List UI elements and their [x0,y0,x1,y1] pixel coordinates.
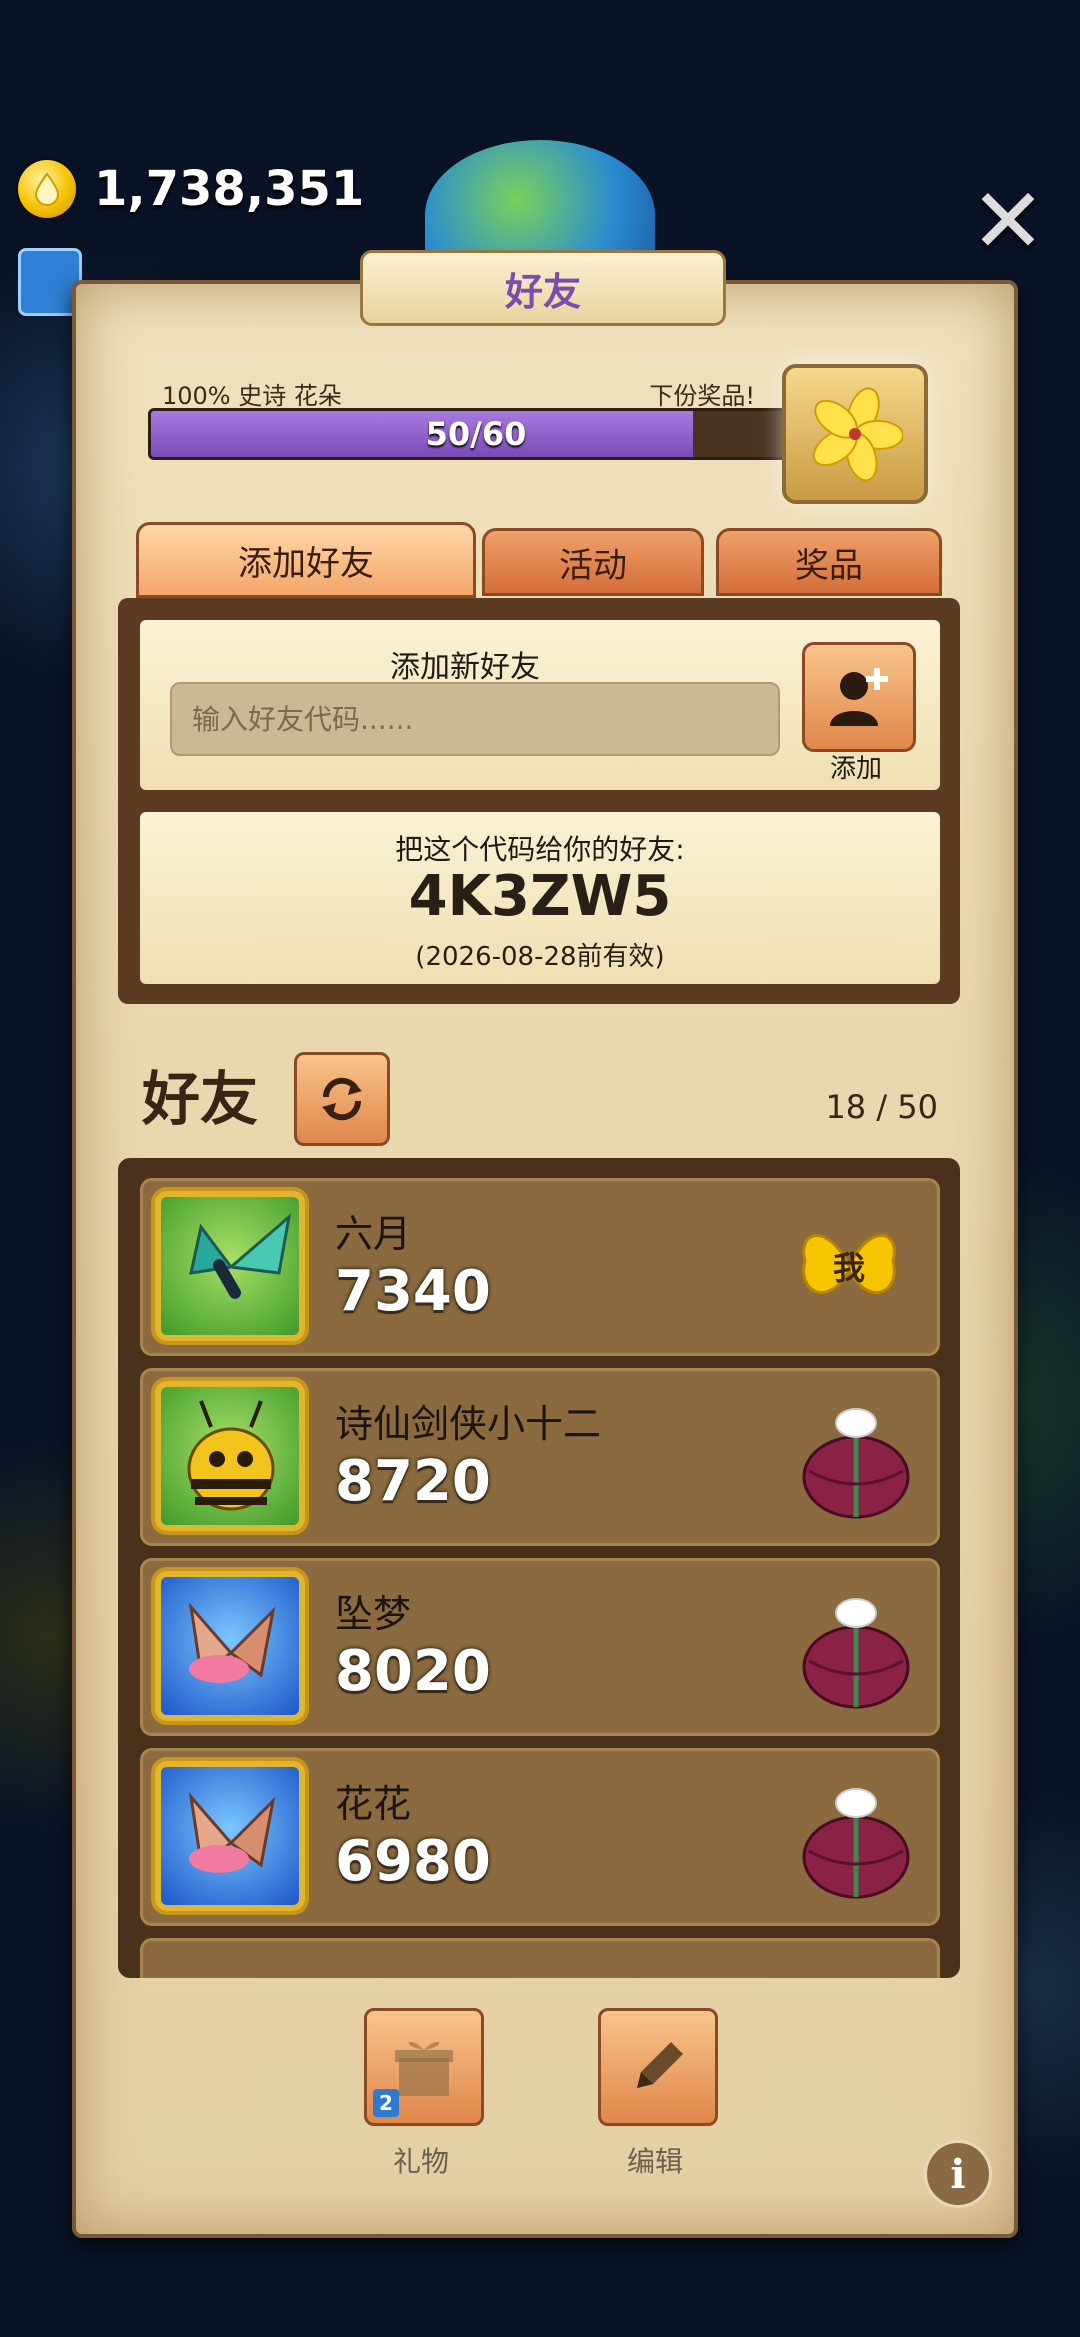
coin-counter: 1,738,351 [18,160,364,218]
share-code-title: 把这个代码给你的好友: [395,833,685,866]
next-reward-label: 下份奖品! [649,382,755,410]
refresh-icon [322,1077,362,1121]
moth-avatar-icon [155,1761,305,1911]
friend-code: 4K3ZW5 [408,864,672,929]
gift-button[interactable]: 2 [364,2008,484,2126]
close-icon[interactable]: ✕ [966,177,1050,267]
me-badge: 我 [797,1221,901,1311]
share-code-card: 把这个代码给你的好友: 4K3ZW5 (2026-08-28前有效) [140,812,940,984]
gift-count: 2 [373,2089,399,2117]
add-user-icon [830,668,888,726]
friends-list[interactable]: 六月 7340 我 诗仙剑侠小十二 8720 坠梦 8020 花花 6980 [118,1158,960,1978]
friend-row-partial[interactable] [140,1938,940,1978]
tab-rewards[interactable]: 奖品 [716,528,942,596]
add-button-label: 添加 [829,754,882,784]
page-title: 好友 [504,269,581,314]
refresh-button[interactable] [294,1052,390,1146]
friend-code-input[interactable] [170,682,780,756]
gift-bag-icon[interactable] [801,1781,911,1901]
friend-score: 8020 [335,1639,491,1704]
edit-button[interactable] [598,2008,718,2126]
friend-name: 花花 [335,1782,412,1826]
friends-section-title: 好友 [142,1065,259,1133]
bee-avatar-icon [155,1381,305,1531]
coin-value: 1,738,351 [94,161,365,217]
svg-text:我: 我 [833,1249,865,1287]
friend-row[interactable]: 花花 6980 [140,1748,940,1926]
add-friend-title: 添加新好友 [390,650,540,685]
pencil-icon [637,2042,683,2088]
friend-row[interactable]: 坠梦 8020 [140,1558,940,1736]
edit-label: 编辑 [626,2145,683,2178]
gift-icon [395,2041,453,2096]
friends-count: 18 / 50 [825,1088,938,1126]
friend-name: 六月 [335,1212,412,1256]
gift-label: 礼物 [392,2145,449,2178]
reward-flower-icon[interactable] [782,364,928,504]
gift-bag-icon[interactable] [801,1591,911,1711]
progress-bar: 50/60 [148,408,804,460]
friend-score: 7340 [335,1259,491,1324]
coin-icon [18,160,76,218]
moth-avatar-icon [155,1571,305,1721]
code-expiry: (2026-08-28前有效) [415,942,665,972]
friend-row[interactable]: 六月 7340 我 [140,1178,940,1356]
progress-label: 100% 史诗 花朵 [162,382,342,410]
friend-name: 诗仙剑侠小十二 [335,1402,602,1446]
add-friend-button[interactable] [802,642,916,752]
progress-value: 50/60 [425,415,527,453]
add-friend-card: 添加新好友 添加 [140,620,940,790]
friend-name: 坠梦 [335,1592,412,1636]
title-ribbon: 好友 [360,250,726,326]
info-icon[interactable]: i [924,2140,992,2208]
friend-row[interactable]: 诗仙剑侠小十二 8720 [140,1368,940,1546]
butterfly-avatar-icon [155,1191,305,1341]
friend-score: 6980 [335,1829,491,1894]
tab-add-friend[interactable]: 添加好友 [136,522,476,598]
gift-bag-icon[interactable] [801,1401,911,1521]
friend-score: 8720 [335,1449,491,1514]
tab-events[interactable]: 活动 [482,528,704,596]
